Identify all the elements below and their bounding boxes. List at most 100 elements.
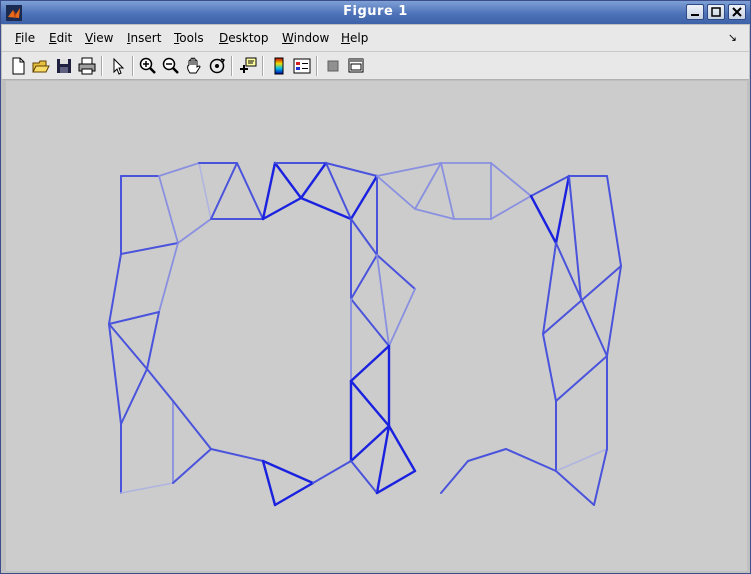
hide-plot-tools-icon xyxy=(327,60,339,72)
truss-edge xyxy=(542,333,557,402)
menu-view[interactable]: View xyxy=(85,31,113,45)
title-bar[interactable]: Figure 1 xyxy=(1,1,750,24)
rotate-3d-icon xyxy=(209,58,226,74)
menu-edit[interactable]: Edit xyxy=(49,31,72,45)
truss-edge xyxy=(236,162,264,220)
truss-edge xyxy=(388,288,416,347)
truss-edge xyxy=(120,242,179,255)
menu-insert[interactable]: Insert xyxy=(127,31,161,45)
menu-bar: File Edit View Insert Tools Desktop Wind… xyxy=(2,25,749,52)
toolbar-separator xyxy=(316,56,318,76)
truss-edge xyxy=(273,161,303,200)
truss-edge xyxy=(490,195,532,220)
maximize-button[interactable] xyxy=(707,4,725,20)
truss-plot[interactable] xyxy=(6,81,747,571)
show-plot-tools-button[interactable] xyxy=(346,56,366,76)
data-cursor-icon xyxy=(240,57,257,73)
new-figure-button[interactable] xyxy=(8,56,28,76)
truss-edge xyxy=(555,470,595,506)
truss-edge xyxy=(542,242,557,335)
truss-edge xyxy=(108,323,122,425)
truss-edge xyxy=(593,448,608,506)
truss-edge xyxy=(108,253,122,325)
truss-edge xyxy=(158,242,179,313)
truss-edge xyxy=(554,174,571,245)
toolbar-separator xyxy=(231,56,233,76)
truss-edge xyxy=(108,311,160,325)
truss-edge xyxy=(555,355,608,402)
edit-plot-button[interactable] xyxy=(108,56,128,76)
minimize-icon xyxy=(691,14,699,16)
figure-toolbar xyxy=(2,52,749,80)
truss-edge xyxy=(158,162,200,177)
truss-edge xyxy=(467,448,507,462)
menu-file[interactable]: File xyxy=(15,31,35,45)
close-button[interactable] xyxy=(728,4,746,20)
truss-edge xyxy=(376,254,416,290)
truss-edge xyxy=(198,162,212,220)
menu-desktop[interactable]: Desktop xyxy=(219,31,269,45)
truss-edge xyxy=(350,254,378,300)
truss-edge xyxy=(261,459,315,485)
close-icon xyxy=(732,7,742,17)
truss-edge xyxy=(376,175,416,210)
truss-edge xyxy=(261,196,303,221)
show-plot-tools-icon xyxy=(348,58,364,73)
truss-edge xyxy=(146,368,174,402)
pan-icon xyxy=(187,57,201,74)
dock-arrow-icon[interactable]: ↘ xyxy=(728,31,737,44)
truss-edge xyxy=(299,161,328,200)
print-button[interactable] xyxy=(77,56,97,76)
zoom-in-button[interactable] xyxy=(138,56,158,76)
truss-edge xyxy=(414,162,442,210)
truss-edge xyxy=(350,460,378,494)
truss-edge xyxy=(542,265,622,335)
truss-edge xyxy=(606,265,622,357)
truss-edge xyxy=(261,459,277,507)
colorbar-button[interactable] xyxy=(269,56,289,76)
truss-edge xyxy=(210,448,264,462)
truss-edge xyxy=(349,344,391,383)
rotate-3d-button[interactable] xyxy=(207,56,227,76)
truss-edge xyxy=(606,175,622,267)
truss-edge xyxy=(158,175,179,244)
hide-plot-tools-button[interactable] xyxy=(323,56,343,76)
truss-edge xyxy=(120,482,174,494)
figure-canvas[interactable] xyxy=(6,81,747,571)
truss-edge xyxy=(177,218,212,244)
maximize-icon xyxy=(711,7,721,17)
truss-edge xyxy=(555,448,608,472)
truss-edge xyxy=(505,448,557,472)
zoom-out-icon xyxy=(162,57,179,74)
data-cursor-button[interactable] xyxy=(238,56,258,76)
toolbar-separator xyxy=(262,56,264,76)
open-file-button[interactable] xyxy=(31,56,51,76)
truss-edge xyxy=(440,460,469,494)
truss-edge xyxy=(172,448,212,484)
truss-edge xyxy=(349,379,391,428)
truss-edge xyxy=(376,162,442,177)
menu-help[interactable]: Help xyxy=(341,31,368,45)
truss-edge xyxy=(312,460,352,484)
truss-edge xyxy=(210,162,238,220)
minimize-button[interactable] xyxy=(686,4,704,20)
truss-edge xyxy=(325,162,378,177)
truss-edge xyxy=(529,194,558,245)
pan-button[interactable] xyxy=(184,56,204,76)
truss-edge xyxy=(414,208,455,220)
truss-edge xyxy=(349,174,379,221)
truss-edge xyxy=(273,481,315,507)
truss-edge xyxy=(375,469,417,495)
truss-edge xyxy=(108,323,148,370)
save-icon xyxy=(57,59,71,73)
zoom-out-button[interactable] xyxy=(161,56,181,76)
legend-button[interactable] xyxy=(292,56,312,76)
truss-edge xyxy=(120,368,148,425)
truss-edge xyxy=(490,162,532,197)
print-icon xyxy=(78,57,96,75)
save-button[interactable] xyxy=(54,56,74,76)
menu-window[interactable]: Window xyxy=(282,31,329,45)
menu-tools[interactable]: Tools xyxy=(174,31,204,45)
toolbar-separator xyxy=(132,56,134,76)
truss-edge xyxy=(172,400,212,450)
